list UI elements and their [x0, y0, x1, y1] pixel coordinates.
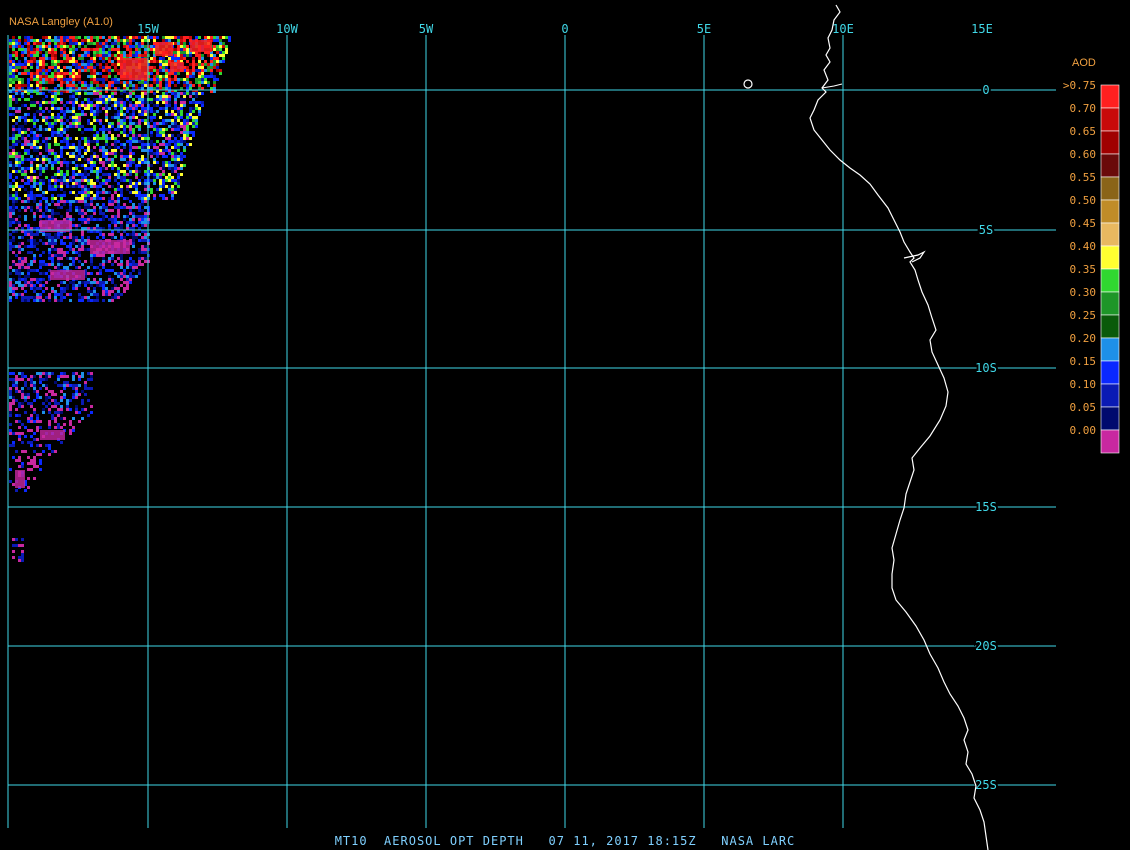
- legend-label: 0.25: [1070, 309, 1097, 322]
- legend-label: 0.40: [1070, 240, 1097, 253]
- legend-label: 0.65: [1070, 125, 1097, 138]
- legend-label: 0.15: [1070, 355, 1097, 368]
- aod-legend-colorbar: >0.75 0.70 0.65 0.60 0.55 0.50 0.45 0.40 0.35 0.3…: [1063, 79, 1120, 454]
- longitude-label: 0: [561, 22, 568, 36]
- high-aod-patch: [155, 42, 173, 56]
- legend-label: 0.00: [1070, 424, 1097, 437]
- low-aod-patch: [50, 270, 85, 280]
- legend-swatch: [1100, 130, 1120, 155]
- legend-label: 0.05: [1070, 401, 1097, 414]
- low-aod-patch: [90, 240, 130, 254]
- latitude-label: 0: [982, 83, 989, 97]
- source-label: NASA Langley (A1.0): [9, 16, 113, 28]
- legend-swatch: [1100, 406, 1120, 431]
- legend-label: 0.55: [1070, 171, 1097, 184]
- legend-swatch: [1100, 291, 1120, 316]
- coastline: [743, 4, 989, 850]
- legend-swatch: [1100, 199, 1120, 224]
- legend-swatch: [1100, 429, 1120, 454]
- lat-lon-grid: 15W 10W 5W 0 5E 10E 15E 0 5S 10S 15S 20S 25S: [7, 22, 1056, 828]
- legend-title: AOD: [1072, 57, 1096, 69]
- latitude-label: 25S: [975, 778, 997, 792]
- legend-label: 0.70: [1070, 102, 1097, 115]
- legend-swatch: [1100, 153, 1120, 178]
- legend-swatch: [1100, 176, 1120, 201]
- legend-swatch: [1100, 314, 1120, 339]
- longitude-label: 15E: [971, 22, 993, 36]
- legend-label: 0.10: [1070, 378, 1097, 391]
- legend-swatch: [1100, 268, 1120, 293]
- high-aod-patch: [120, 58, 148, 80]
- aerosol-data-field: [9, 36, 231, 562]
- legend-label: 0.60: [1070, 148, 1097, 161]
- island-outline: [743, 79, 753, 89]
- legend-swatch: [1100, 84, 1120, 109]
- legend-swatch: [1100, 383, 1120, 408]
- latitude-label: 5S: [979, 223, 993, 237]
- latitude-label: 10S: [975, 361, 997, 375]
- low-aod-patch: [15, 470, 25, 488]
- high-aod-patch: [170, 62, 184, 72]
- longitude-label: 5E: [697, 22, 711, 36]
- image-caption: MT10 AEROSOL OPT DEPTH 07 11, 2017 18:15…: [334, 834, 796, 848]
- legend-label: 0.35: [1070, 263, 1097, 276]
- legend-swatch: [1100, 337, 1120, 362]
- longitude-label: 5W: [419, 22, 434, 36]
- legend-label: 0.45: [1070, 217, 1097, 230]
- legend-label: 0.30: [1070, 286, 1097, 299]
- legend-label: 0.20: [1070, 332, 1097, 345]
- legend-swatch: [1100, 360, 1120, 385]
- legend-label: >0.75: [1063, 79, 1096, 92]
- latitude-label: 15S: [975, 500, 997, 514]
- aod-map: 15W 10W 5W 0 5E 10E 15E 0 5S 10S 15S 20S 25S >0.75 0.…: [7, 4, 1120, 850]
- africa-coastline: [809, 4, 989, 850]
- latitude-label: 20S: [975, 639, 997, 653]
- legend-swatch: [1100, 222, 1120, 247]
- legend-swatch: [1100, 107, 1120, 132]
- high-aod-patch: [190, 40, 212, 52]
- legend-label: 0.50: [1070, 194, 1097, 207]
- longitude-label: 10E: [832, 22, 854, 36]
- low-aod-patch: [40, 430, 65, 440]
- longitude-label: 15W: [137, 22, 159, 36]
- legend-swatch: [1100, 245, 1120, 270]
- longitude-label: 10W: [276, 22, 298, 36]
